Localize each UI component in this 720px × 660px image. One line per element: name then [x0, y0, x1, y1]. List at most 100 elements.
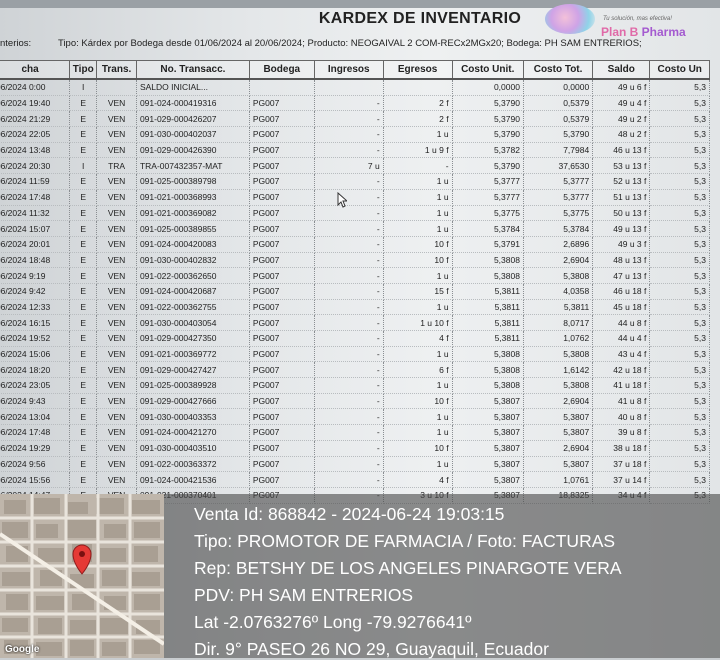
table-cell: 50 u 13 f	[592, 205, 651, 222]
table-cell: 091-022-000363372	[136, 456, 250, 473]
table-cell: PG007	[249, 173, 315, 190]
company-logo: Tu solución, mas efectiva! Plan B Pharma	[545, 4, 720, 42]
table-cell: PG007	[249, 267, 315, 284]
table-cell: 5,3777	[452, 173, 524, 190]
table-cell: 5,3	[649, 79, 710, 96]
table-cell: 5,3808	[523, 346, 594, 363]
table-cell: /06/2024 19:40	[0, 95, 71, 112]
table-row: /06/2024 18:48EVEN091-030-000402832PG007…	[0, 252, 710, 269]
table-cell: -	[314, 377, 384, 394]
table-cell: 0,0000	[523, 79, 594, 96]
table-cell: 5,3	[649, 330, 710, 347]
table-cell	[249, 79, 315, 96]
table-cell: 5,3791	[452, 236, 524, 253]
table-cell: 2,6904	[523, 393, 594, 410]
table-cell: 45 u 18 f	[592, 299, 651, 316]
table-cell: E	[69, 456, 98, 473]
table-cell: 091-024-000419316	[136, 95, 250, 112]
table-cell: E	[69, 299, 98, 316]
table-cell: 091-024-000421536	[136, 471, 250, 488]
table-cell: 1 u 10 f	[383, 314, 453, 331]
table-cell: E	[69, 252, 98, 269]
table-cell: VEN	[96, 299, 137, 316]
table-cell: 091-030-000403510	[136, 440, 250, 457]
column-header: No. Transacc.	[135, 60, 250, 80]
table-cell: VEN	[96, 189, 137, 206]
column-header: Egresos	[382, 60, 453, 80]
column-header: Ingresos	[313, 60, 384, 80]
table-cell: 49 u 13 f	[592, 220, 651, 237]
table-cell: /06/2024 12:33	[0, 299, 71, 316]
table-cell: VEN	[96, 267, 137, 284]
table-cell: 2,6904	[523, 440, 594, 457]
table-cell: E	[69, 393, 98, 410]
table-cell: 5,3	[649, 110, 710, 128]
table-cell: 091-024-000420687	[136, 283, 250, 300]
table-cell: 5,3811	[452, 314, 524, 331]
table-cell: PG007	[249, 126, 315, 143]
table-cell: 1 u	[383, 408, 453, 426]
table-cell: 5,3807	[523, 456, 594, 473]
table-row: /06/2024 22:05EVEN091-030-000402037PG007…	[0, 126, 710, 143]
table-cell: 44 u 4 f	[592, 330, 651, 347]
table-cell: 46 u 18 f	[592, 283, 651, 300]
table-cell: 48 u 2 f	[592, 126, 651, 143]
table-cell: 5,3777	[523, 173, 594, 190]
table-row: /06/2024 17:48EVEN091-024-000421270PG007…	[0, 424, 710, 441]
table-cell: /06/2024 9:56	[0, 456, 71, 473]
table-cell: E	[69, 189, 98, 206]
table-cell: -	[314, 361, 384, 379]
table-cell: 38 u 18 f	[592, 440, 651, 457]
table-row: /06/2024 19:40EVEN091-024-000419316PG007…	[0, 95, 710, 112]
table-cell: 5,3782	[452, 142, 524, 159]
table-cell: E	[69, 110, 98, 128]
table-cell: E	[69, 408, 98, 426]
table-cell: -	[314, 346, 384, 363]
column-header: cha	[0, 60, 71, 80]
table-cell: 37 u 18 f	[592, 456, 651, 473]
table-cell: E	[69, 126, 98, 143]
type-line: Tipo: PROMOTOR DE FARMACIA / Foto: FACTU…	[194, 531, 616, 551]
table-cell: VEN	[96, 361, 137, 379]
table-cell: /06/2024 21:29	[0, 110, 71, 128]
table-cell: /06/2024 9:42	[0, 283, 71, 300]
column-header: Tipo	[69, 60, 98, 80]
table-cell: E	[69, 440, 98, 457]
table-cell: /06/2024 18:48	[0, 252, 71, 269]
table-row: /06/2024 18:20EVEN091-029-000427427PG007…	[0, 361, 710, 379]
table-cell: -	[314, 252, 384, 269]
table-cell: -	[314, 267, 384, 284]
table-cell: 091-021-000369082	[136, 205, 250, 222]
sale-id-line: Venta Id: 868842 - 2024-06-24 19:03:15	[194, 504, 505, 524]
table-cell: 41 u 8 f	[592, 393, 651, 410]
table-cell: /06/2024 19:29	[0, 440, 71, 457]
table-cell: PG007	[249, 361, 315, 379]
table-cell: 46 u 13 f	[592, 142, 651, 159]
table-cell: 1 u	[383, 205, 453, 222]
table-cell: 1 u	[383, 346, 453, 363]
table-cell: -	[314, 330, 384, 347]
table-row: /06/2024 11:32EVEN091-021-000369082PG007…	[0, 205, 710, 222]
table-cell: 5,3808	[452, 267, 524, 284]
table-cell: /06/2024 22:05	[0, 126, 71, 143]
table-cell: 5,3	[649, 440, 710, 457]
table-cell: 091-025-000389928	[136, 377, 250, 394]
table-cell: TRA	[96, 157, 137, 175]
pdv-line: PDV: PH SAM ENTRERIOS	[194, 585, 414, 605]
table-cell: 49 u 6 f	[592, 79, 651, 96]
mouse-cursor-icon	[337, 192, 347, 208]
map-attribution: Google	[5, 644, 40, 655]
table-cell: -	[314, 314, 384, 331]
table-cell: 091-029-000427350	[136, 330, 250, 347]
table-cell: /06/2024 15:07	[0, 220, 71, 237]
table-cell: -	[314, 205, 384, 222]
table-cell: PG007	[249, 314, 315, 331]
table-cell: VEN	[96, 252, 137, 269]
table-cell: /06/2024 11:59	[0, 173, 71, 190]
table-cell: /06/2024 13:48	[0, 142, 71, 159]
column-header: Trans.	[96, 60, 137, 80]
table-cell: 5,3	[649, 236, 710, 253]
table-cell: PG007	[249, 330, 315, 347]
criteria-label: nterios:	[0, 38, 32, 49]
table-row: /06/2024 0:00I SALDO INICIAL... 0,00000,00…	[0, 79, 710, 96]
